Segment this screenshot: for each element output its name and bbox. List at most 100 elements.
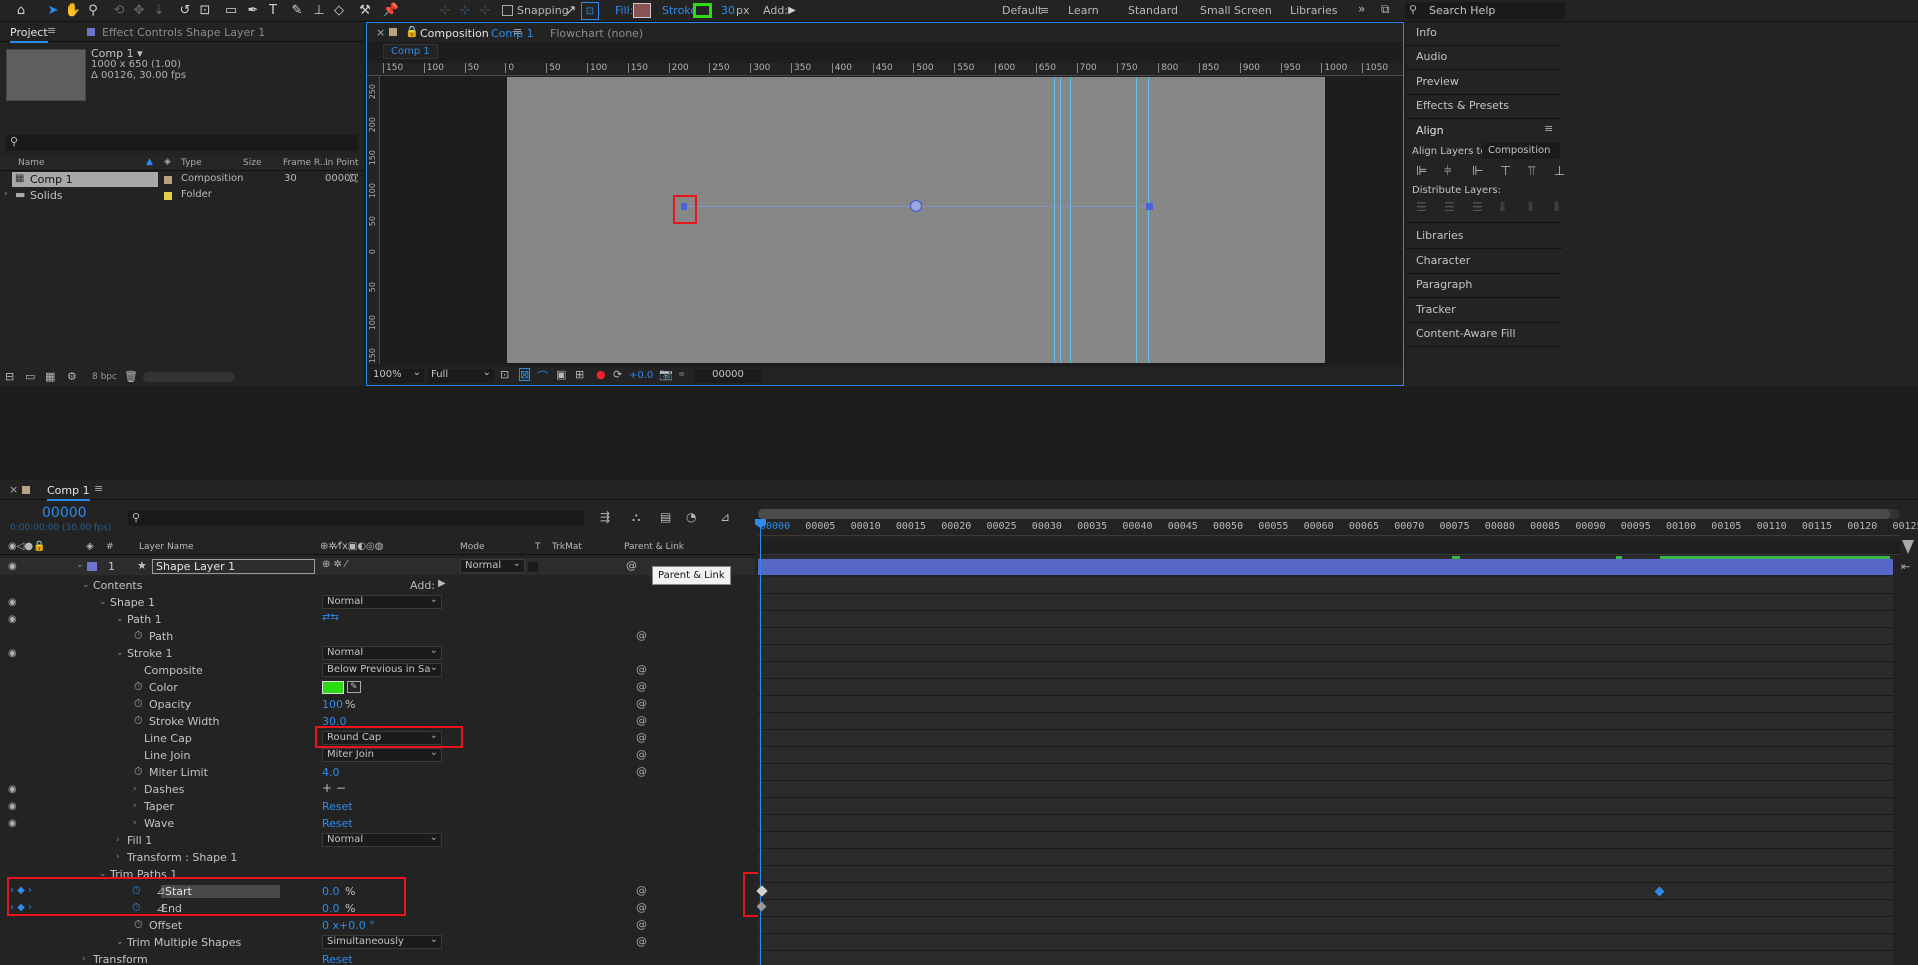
property-track[interactable] (758, 917, 1893, 934)
layer-label-color[interactable] (87, 562, 97, 571)
property-track[interactable] (758, 628, 1893, 645)
property-track[interactable] (758, 747, 1893, 764)
zoom-icon[interactable]: ⚲ (84, 2, 102, 20)
comp-panel-menu-icon[interactable]: ≡ (513, 25, 522, 38)
path-direction-icon[interactable]: ⇄⇆ (322, 612, 339, 623)
workspace-learn[interactable]: Learn (1068, 4, 1099, 17)
new-comp-icon[interactable]: ▦ (45, 370, 55, 383)
timeline-current-time[interactable]: 00000 (42, 505, 87, 521)
dolly-icon[interactable]: ⇣ (150, 2, 168, 20)
guide-line[interactable] (1070, 77, 1071, 363)
property-row[interactable]: › Transform Reset (0, 951, 755, 965)
property-track[interactable] (758, 883, 1893, 900)
col-name[interactable]: Name (18, 158, 45, 168)
show-snapshot-icon[interactable]: ⚭ (677, 368, 686, 381)
property-dropdown[interactable]: Normal (322, 595, 442, 609)
anchor-icon[interactable]: ⊡ (196, 2, 214, 20)
timeline-menu-icon[interactable]: ≡ (94, 482, 103, 495)
col-type[interactable]: Type (181, 158, 202, 168)
distribute-hcenter-icon[interactable]: ⫴ (1528, 200, 1533, 215)
chevron-right-icon[interactable]: › (133, 818, 137, 828)
tab-composition[interactable]: Composition (420, 27, 489, 40)
panel-character[interactable]: Character (1416, 254, 1470, 267)
resolution-select[interactable]: Full ⌄ (428, 367, 494, 383)
home-icon[interactable]: ⌂ (12, 2, 30, 20)
channels-icon[interactable]: ● (596, 368, 606, 381)
axis-view-icon[interactable]: ⊹ (476, 2, 494, 20)
property-row[interactable]: ⏱ Opacity 100% @ (0, 696, 755, 713)
rotate-icon[interactable]: ↺ (176, 2, 194, 20)
guide-line[interactable] (1054, 77, 1055, 363)
property-track[interactable] (758, 577, 1893, 594)
trash-icon[interactable]: 🗑 (124, 370, 138, 383)
comp-button-icon[interactable]: ⇤ (1901, 560, 1910, 573)
new-folder-icon[interactable]: ▭ (25, 370, 35, 383)
color-swatch[interactable] (322, 681, 344, 694)
property-row[interactable]: ⏱ Miter Limit 4.0 @ (0, 764, 755, 781)
expression-pickwhip-icon[interactable]: @ (636, 901, 647, 914)
expression-pickwhip-icon[interactable]: @ (636, 884, 647, 897)
expression-pickwhip-icon[interactable]: @ (636, 663, 647, 676)
work-area-bar[interactable] (758, 509, 1900, 519)
pickwhip-icon[interactable]: @ (626, 559, 637, 572)
snap-features-icon[interactable]: ⊡ (581, 2, 599, 20)
rectangle-tool-icon[interactable]: ▭ (222, 2, 240, 20)
expression-pickwhip-icon[interactable]: @ (636, 731, 647, 744)
distribute-left-icon[interactable]: ⫴ (1500, 200, 1505, 215)
layer-duration-bar[interactable] (758, 559, 1893, 575)
panel-libraries[interactable]: Libraries (1416, 229, 1464, 242)
eye-icon[interactable]: ◉ (8, 801, 17, 812)
property-track[interactable] (758, 662, 1893, 679)
workspace-default[interactable]: Default (1002, 4, 1042, 17)
property-row[interactable]: ⏱ Offset 0 x+0.0 ° @ (0, 917, 755, 934)
property-row[interactable]: ⌄Trim Multiple Shapes Simultaneously @ (0, 934, 755, 951)
panel-layout-icon[interactable]: ⧉ (1381, 2, 1390, 17)
expression-pickwhip-icon[interactable]: @ (636, 697, 647, 710)
panel-audio[interactable]: Audio (1416, 50, 1447, 63)
panel-content-aware-fill[interactable]: Content-Aware Fill (1416, 327, 1516, 340)
snap-edges-icon[interactable]: ↗ (562, 2, 580, 20)
interpret-footage-icon[interactable]: ⊟ (5, 370, 14, 383)
pan-behind-icon[interactable]: ✥ (130, 2, 148, 20)
eye-icon[interactable]: ◉ (8, 784, 17, 795)
align-vcenter-icon[interactable]: ⫪ (1528, 164, 1535, 179)
property-row[interactable]: Line Join Miter Join @ (0, 747, 755, 764)
workspace-overflow-icon[interactable]: » (1358, 2, 1365, 16)
property-track[interactable] (758, 730, 1893, 747)
fill-label[interactable]: Fill: (615, 4, 633, 17)
hand-icon[interactable]: ✋ (64, 2, 82, 20)
stopwatch-icon[interactable]: ⏱ (134, 714, 143, 728)
switches-icons[interactable]: ⊕✲⁄fx▣◐◎◍ (320, 541, 384, 552)
property-dropdown[interactable]: Normal (322, 833, 442, 847)
property-row[interactable]: › ◉ Taper Reset (0, 798, 755, 815)
property-track[interactable] (758, 951, 1893, 965)
puppet-pin-icon[interactable]: 📌 (382, 2, 400, 20)
align-hcenter-icon[interactable]: ⫩ (1444, 164, 1451, 179)
project-item-comp[interactable]: ▦ Comp 1 Composition 30 00000 ⛶ (0, 172, 364, 187)
property-row[interactable]: ⌄ ◉ Shape 1 Normal (0, 594, 755, 611)
project-panel-menu-icon[interactable]: ≡ (47, 24, 56, 37)
exposure-value[interactable]: +0.0 (629, 370, 653, 381)
bpc-label[interactable]: 8 bpc (92, 372, 117, 382)
expression-pickwhip-icon[interactable]: @ (636, 748, 647, 761)
current-time-field[interactable]: 00000 (695, 369, 761, 383)
panel-paragraph[interactable]: Paragraph (1416, 278, 1472, 291)
layer-mode-select[interactable]: Normal (460, 559, 525, 573)
property-row[interactable]: ⌄ ◉ Path 1 ⇄⇆ (0, 611, 755, 628)
property-track[interactable] (758, 696, 1893, 713)
guide-line[interactable] (1148, 77, 1149, 363)
property-row[interactable]: › Fill 1 Normal (0, 832, 755, 849)
playhead-line[interactable] (760, 521, 761, 965)
grid-guides-icon[interactable]: ⊞ (575, 368, 584, 381)
tab-timeline-comp[interactable]: Comp 1 (47, 484, 90, 501)
expression-pickwhip-icon[interactable]: @ (636, 935, 647, 948)
mask-visibility-icon[interactable]: ⌒ (537, 368, 548, 384)
search-help-field[interactable]: ⚲ Search Help (1405, 2, 1565, 19)
property-value[interactable]: Reset (322, 817, 353, 830)
property-value[interactable]: 100 (322, 698, 343, 711)
workspace-standard[interactable]: Standard (1128, 4, 1178, 17)
chevron-right-icon[interactable]: › (133, 801, 137, 811)
composition-flowchart-icon[interactable]: ⇶ (600, 510, 610, 524)
panel-info[interactable]: Info (1416, 26, 1437, 39)
preserve-transparency-toggle[interactable] (528, 562, 538, 572)
